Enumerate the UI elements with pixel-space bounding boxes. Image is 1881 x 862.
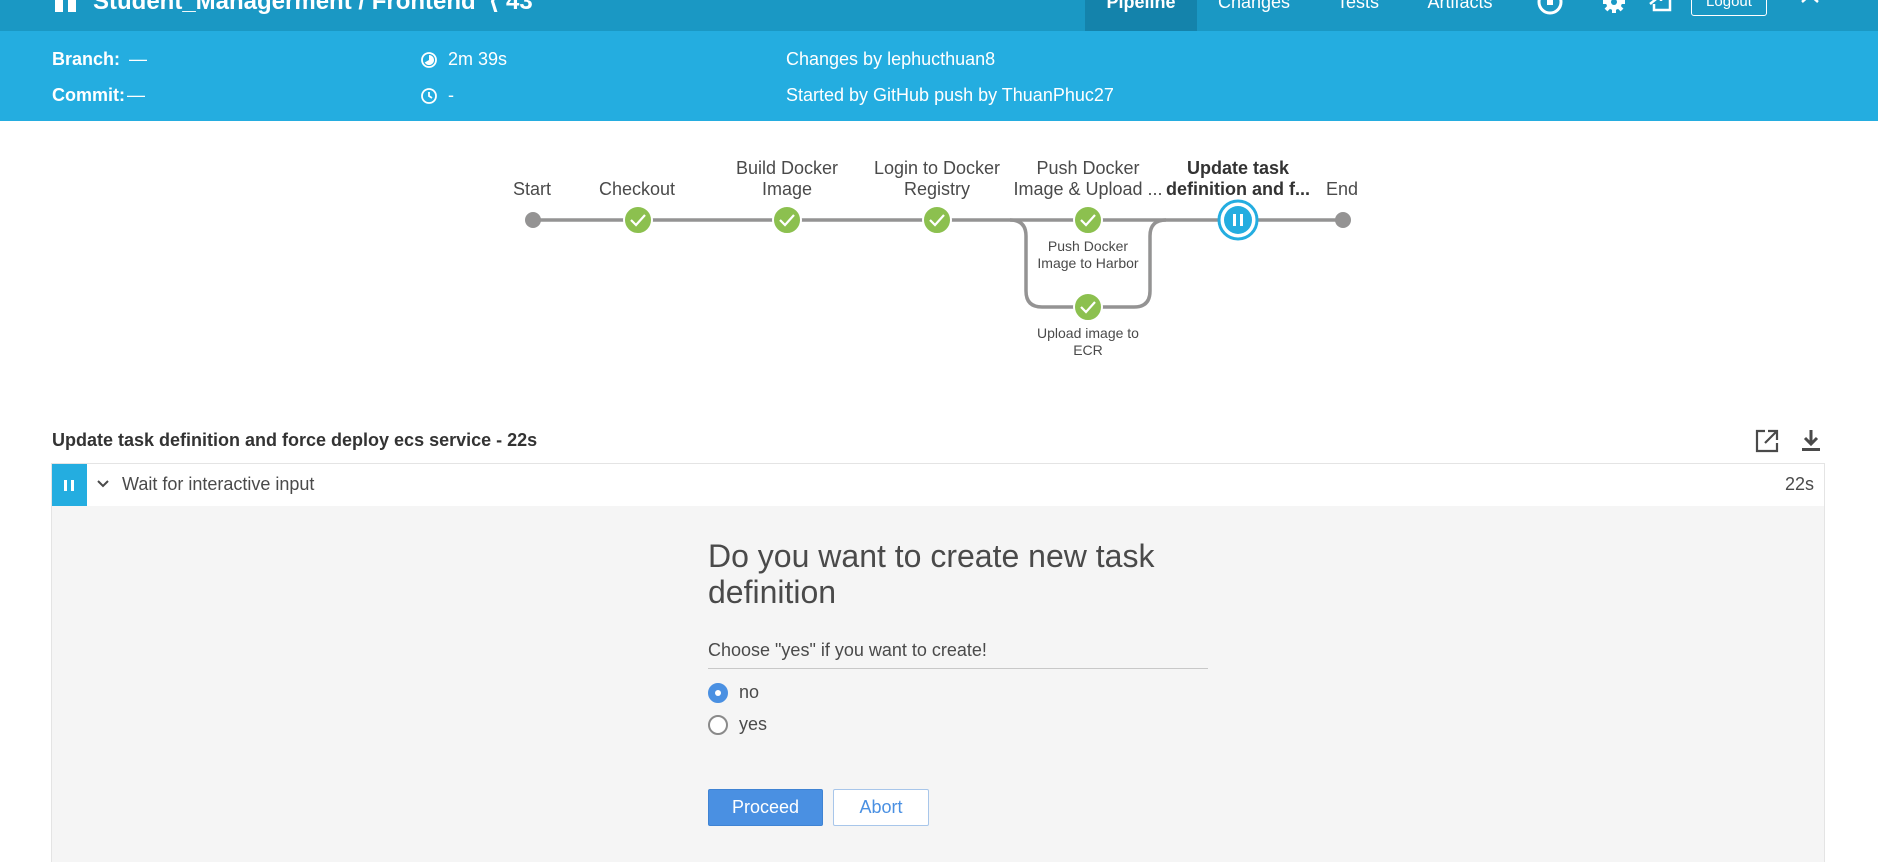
build-image-success-node[interactable]	[772, 205, 802, 235]
commit-value: —	[127, 85, 145, 105]
duration-icon	[421, 52, 437, 68]
start-node	[525, 212, 541, 228]
chevron-down-icon[interactable]	[96, 476, 110, 492]
paused-status-icon	[52, 464, 87, 506]
branch-label: Branch:	[52, 49, 121, 69]
input-description: Choose "yes" if you want to create!	[708, 640, 987, 660]
job-name[interactable]: Student_Managerment / Frontend	[93, 0, 476, 15]
run-arrow-icon: ⟨	[488, 0, 500, 15]
logout-button[interactable]: Logout	[1691, 0, 1767, 16]
upload-ecr-success-node[interactable]	[1073, 292, 1103, 322]
changes-by[interactable]: Changes by lephucthuan8	[786, 49, 995, 70]
started-value: -	[448, 85, 454, 105]
step-duration: 22s	[1784, 474, 1814, 494]
exit-icon[interactable]	[1648, 0, 1676, 16]
update-task-paused-node[interactable]	[1217, 199, 1259, 241]
option-no-label[interactable]: no	[739, 682, 759, 703]
started-by: Started by GitHub push by ThuanPhuc27	[786, 85, 1114, 105]
tab-tests[interactable]: Tests	[1310, 0, 1406, 31]
tab-changes[interactable]: Changes	[1206, 0, 1302, 31]
top-header: Student_Managerment / Frontend ⟨ 43 Pipe…	[0, 0, 1878, 31]
radio-yes[interactable]	[708, 715, 728, 735]
step-title: Update task definition and force deploy …	[52, 430, 538, 450]
download-icon[interactable]	[1797, 427, 1825, 455]
branch-value: —	[129, 49, 147, 69]
step-row[interactable]: Wait for interactive input 22s	[51, 463, 1825, 507]
pipeline-nodes	[525, 199, 1351, 322]
duration-value: 2m 39s	[448, 49, 508, 69]
run-info-bar: Branch: — Commit: — 2m 39s - Changes by …	[0, 31, 1878, 121]
divider	[708, 668, 1208, 669]
radio-no[interactable]	[708, 683, 728, 703]
abort-button[interactable]: Abort	[833, 789, 929, 826]
end-node	[1335, 212, 1351, 228]
option-yes-label[interactable]: yes	[739, 714, 767, 735]
step-name: Wait for interactive input	[122, 474, 315, 494]
pipeline-title[interactable]: Student_Managerment / Frontend ⟨ 43	[93, 0, 533, 16]
input-message: Do you want to create new task definitio…	[708, 538, 1155, 610]
gear-icon[interactable]	[1600, 0, 1628, 16]
pipeline-logo-icon	[55, 0, 77, 12]
run-number: ⟨ 43	[488, 0, 532, 15]
login-registry-success-node[interactable]	[922, 205, 952, 235]
checkout-success-node[interactable]	[623, 205, 653, 235]
close-icon[interactable]	[1796, 0, 1824, 16]
pipeline-graph: Start Checkout Build Docker Image Login t…	[0, 121, 1878, 421]
tab-pipeline[interactable]: Pipeline	[1085, 0, 1197, 31]
commit-label: Commit:	[52, 85, 125, 105]
tab-artifacts[interactable]: Artifacts	[1412, 0, 1508, 31]
open-external-icon[interactable]	[1753, 427, 1781, 455]
push-harbor-success-node[interactable]	[1073, 205, 1103, 235]
clock-icon	[421, 88, 437, 104]
run-number-text: 43	[506, 0, 533, 15]
proceed-button[interactable]: Proceed	[708, 789, 823, 826]
replay-icon[interactable]	[1536, 0, 1564, 16]
